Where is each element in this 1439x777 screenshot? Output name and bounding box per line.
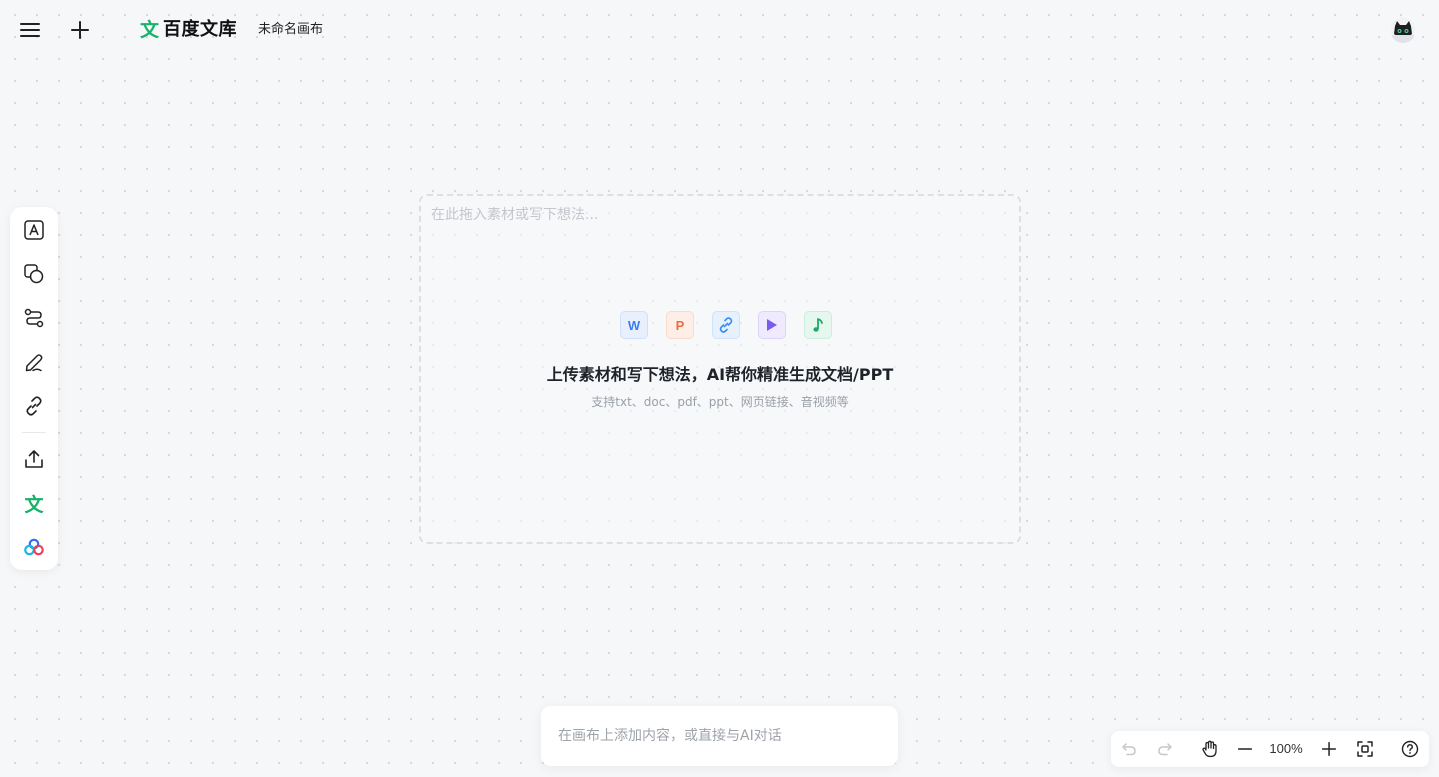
text-tool-icon[interactable]: [22, 218, 46, 242]
link-file-icon: [712, 311, 740, 339]
zoom-toolbar: 100%: [1111, 731, 1429, 767]
audio-file-icon: [804, 311, 832, 339]
supported-file-icons: W P: [620, 311, 832, 339]
zoom-level[interactable]: 100%: [1266, 740, 1306, 758]
toolbar-divider: [22, 432, 46, 433]
help-icon[interactable]: [1400, 739, 1420, 759]
left-toolbar: 文: [10, 207, 58, 570]
dropzone-placeholder[interactable]: 在此拖入素材或写下想法...: [431, 206, 598, 224]
pen-tool-icon[interactable]: [22, 350, 46, 374]
menu-icon[interactable]: [16, 16, 44, 44]
wenku-doc-icon[interactable]: 文: [22, 491, 46, 516]
material-dropzone[interactable]: 在此拖入素材或写下想法... W P 上传素材和写下想法，AI帮你精准生成文档/…: [419, 194, 1021, 544]
word-file-icon: W: [620, 311, 648, 339]
undo-icon[interactable]: [1119, 739, 1139, 759]
new-canvas-plus-icon[interactable]: [66, 16, 94, 44]
baidu-netdisk-icon[interactable]: [22, 535, 46, 559]
dropzone-subtitle: 支持txt、doc、pdf、ppt、网页链接、音视频等: [591, 395, 849, 409]
dropzone-title: 上传素材和写下想法，AI帮你精准生成文档/PPT: [546, 365, 894, 384]
video-file-icon: [758, 311, 786, 339]
ai-chat-input[interactable]: [556, 727, 880, 745]
link-tool-icon[interactable]: [22, 394, 46, 418]
upload-icon[interactable]: [22, 447, 46, 471]
zoom-in-icon[interactable]: [1319, 739, 1339, 759]
avatar[interactable]: [1390, 17, 1416, 43]
fit-screen-icon[interactable]: [1355, 739, 1375, 759]
brand-name: 百度文库: [163, 19, 238, 40]
top-bar: 文 百度文库 未命名画布: [0, 0, 1439, 60]
zoom-out-icon[interactable]: [1235, 739, 1255, 759]
document-title[interactable]: 未命名画布: [258, 21, 323, 39]
redo-icon[interactable]: [1155, 739, 1175, 759]
brand-mark: 文: [140, 19, 160, 41]
shape-tool-icon[interactable]: [22, 262, 46, 286]
connector-tool-icon[interactable]: [22, 306, 46, 330]
ai-chat-box[interactable]: [541, 706, 898, 766]
ppt-file-icon: P: [666, 311, 694, 339]
hand-icon[interactable]: [1200, 739, 1220, 759]
brand-logo[interactable]: 文 百度文库: [140, 18, 237, 42]
